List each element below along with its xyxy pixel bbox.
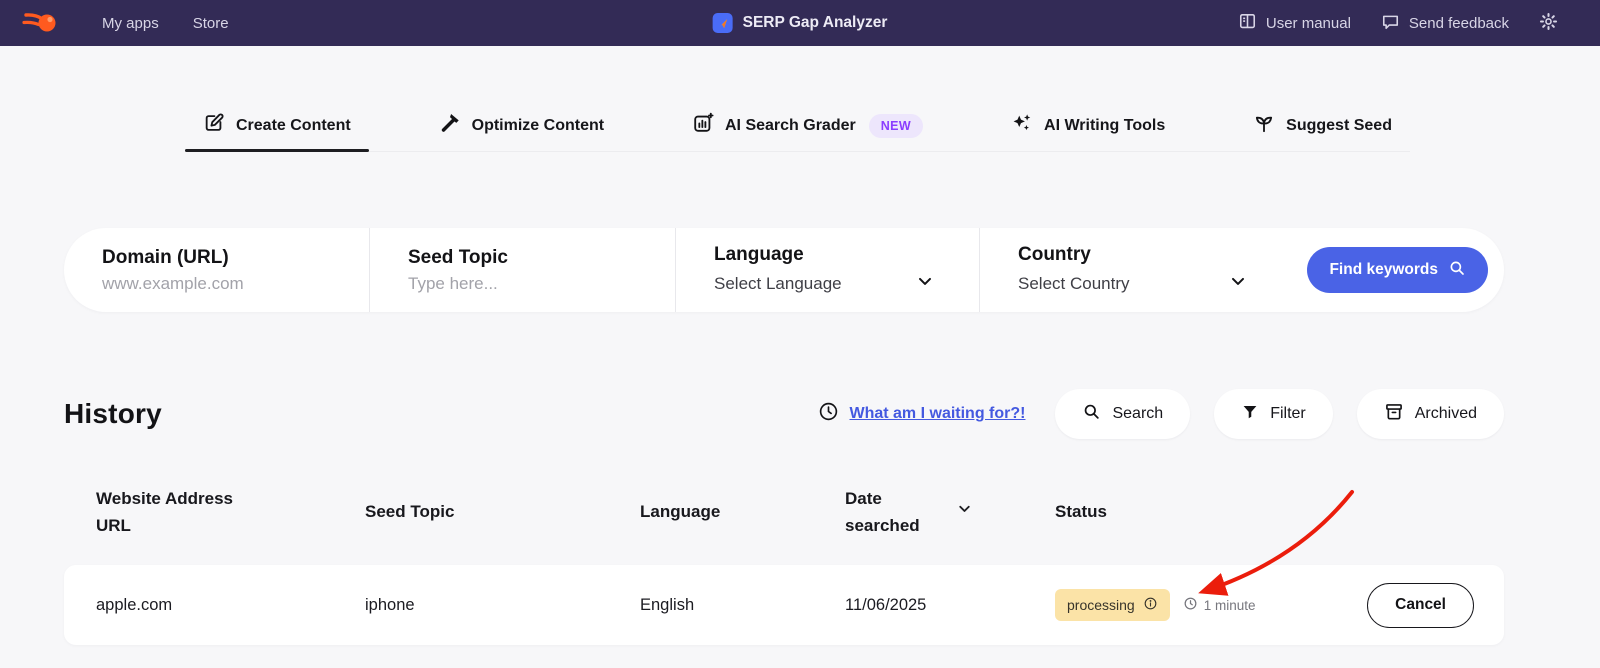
row-language: English: [640, 595, 695, 614]
find-keywords-label: Find keywords: [1329, 261, 1438, 278]
keyword-search-form: Domain (URL) Seed Topic Language Select …: [64, 228, 1504, 312]
country-label: Country: [1018, 244, 1091, 265]
country-select-value: Select Country: [1018, 273, 1130, 293]
column-seed-topic: Seed Topic: [365, 502, 455, 522]
user-manual-button[interactable]: User manual: [1238, 12, 1351, 35]
column-status: Status: [1055, 502, 1107, 522]
new-badge: NEW: [868, 113, 924, 138]
semrush-logo-icon[interactable]: [22, 8, 62, 38]
history-row: apple.com iphone English 11/06/2025 proc…: [64, 565, 1504, 645]
filter-button-label: Filter: [1270, 405, 1306, 422]
archived-button[interactable]: Archived: [1356, 389, 1504, 439]
tab-suggest-seed[interactable]: Suggest Seed: [1235, 100, 1410, 151]
seed-topic-field-group: Seed Topic: [370, 228, 676, 312]
clock-icon: [818, 401, 839, 427]
column-website-address: Website Address URL: [96, 488, 233, 535]
domain-label: Domain (URL): [102, 246, 229, 268]
gear-icon: [1539, 12, 1558, 35]
edit-pencil-icon: [203, 112, 225, 139]
history-table-header: Website Address URL Seed Topic Language …: [64, 478, 1504, 546]
tab-suggest-seed-label: Suggest Seed: [1286, 116, 1392, 134]
domain-field-group: Domain (URL): [64, 228, 370, 312]
row-website: apple.com: [96, 595, 173, 614]
search-icon: [1082, 402, 1101, 426]
sprout-icon: [1253, 112, 1275, 139]
settings-button[interactable]: [1539, 12, 1558, 35]
search-button-label: Search: [1112, 405, 1164, 422]
seed-topic-label: Seed Topic: [408, 246, 508, 268]
row-date: 11/06/2025: [845, 595, 927, 614]
seed-topic-input[interactable]: [408, 273, 638, 294]
row-status-cell: processing 1 minute: [1055, 589, 1317, 621]
tab-create-content[interactable]: Create Content: [185, 100, 369, 152]
sort-chevron-down-icon[interactable]: [956, 498, 973, 525]
info-icon[interactable]: [1143, 596, 1158, 614]
app-title: SERP Gap Analyzer: [742, 14, 888, 31]
find-keywords-button[interactable]: Find keywords: [1307, 247, 1488, 293]
app-header: SERP Gap Analyzer: [712, 13, 888, 33]
status-label: processing: [1067, 597, 1135, 613]
search-button[interactable]: Search: [1055, 389, 1191, 439]
elapsed-time: 1 minute: [1183, 596, 1256, 614]
tab-ai-search-grader[interactable]: AI Search Grader NEW: [674, 100, 941, 151]
waiting-link[interactable]: What am I waiting for?!: [849, 405, 1025, 423]
country-select[interactable]: Select Country: [1018, 271, 1292, 296]
tab-ai-search-grader-label: AI Search Grader: [725, 116, 856, 134]
history-title: History: [64, 398, 162, 429]
tab-ai-writing-tools-label: AI Writing Tools: [1044, 116, 1166, 134]
language-select-value: Select Language: [714, 273, 842, 293]
history-section-header: History What am I waiting for?! Search F…: [64, 388, 1504, 440]
top-bar: My apps Store SERP Gap Analyzer User man…: [0, 0, 1600, 46]
chat-bubble-icon: [1381, 12, 1400, 35]
sparkles-icon: [1011, 112, 1033, 139]
tool-tabs: Create Content Optimize Content AI Searc…: [185, 100, 1410, 152]
send-feedback-label: Send feedback: [1408, 14, 1509, 32]
waiting-info: What am I waiting for?!: [818, 401, 1025, 427]
tab-create-content-label: Create Content: [236, 116, 351, 134]
nav-my-apps[interactable]: My apps: [102, 15, 159, 32]
tab-ai-writing-tools[interactable]: AI Writing Tools: [993, 100, 1183, 151]
nav-store[interactable]: Store: [193, 15, 229, 32]
language-label: Language: [714, 244, 804, 265]
language-select[interactable]: Select Language: [714, 271, 979, 296]
book-icon: [1238, 12, 1257, 35]
language-field-group: Language Select Language: [676, 228, 980, 312]
cancel-button[interactable]: Cancel: [1367, 582, 1474, 628]
column-language: Language: [640, 502, 721, 522]
grader-chart-icon: [692, 112, 714, 139]
tab-optimize-content[interactable]: Optimize Content: [421, 100, 622, 151]
row-seed-topic: iphone: [365, 595, 415, 614]
user-manual-label: User manual: [1265, 14, 1351, 32]
domain-input[interactable]: [102, 273, 332, 294]
tab-optimize-content-label: Optimize Content: [471, 116, 605, 134]
country-field-group: Country Select Country: [980, 228, 1292, 312]
status-badge: processing: [1055, 589, 1170, 621]
chevron-down-icon: [915, 271, 935, 296]
clock-icon: [1183, 596, 1198, 614]
elapsed-label: 1 minute: [1203, 597, 1256, 613]
app-icon: [712, 13, 733, 33]
hammer-icon: [439, 112, 461, 139]
filter-funnel-icon: [1241, 403, 1259, 426]
send-feedback-button[interactable]: Send feedback: [1381, 12, 1509, 35]
column-date-searched: Date searched: [845, 485, 1055, 539]
filter-button[interactable]: Filter: [1214, 389, 1333, 439]
chevron-down-icon: [1228, 271, 1248, 296]
archived-button-label: Archived: [1414, 405, 1477, 422]
archive-box-icon: [1384, 402, 1404, 427]
search-icon: [1448, 259, 1466, 282]
